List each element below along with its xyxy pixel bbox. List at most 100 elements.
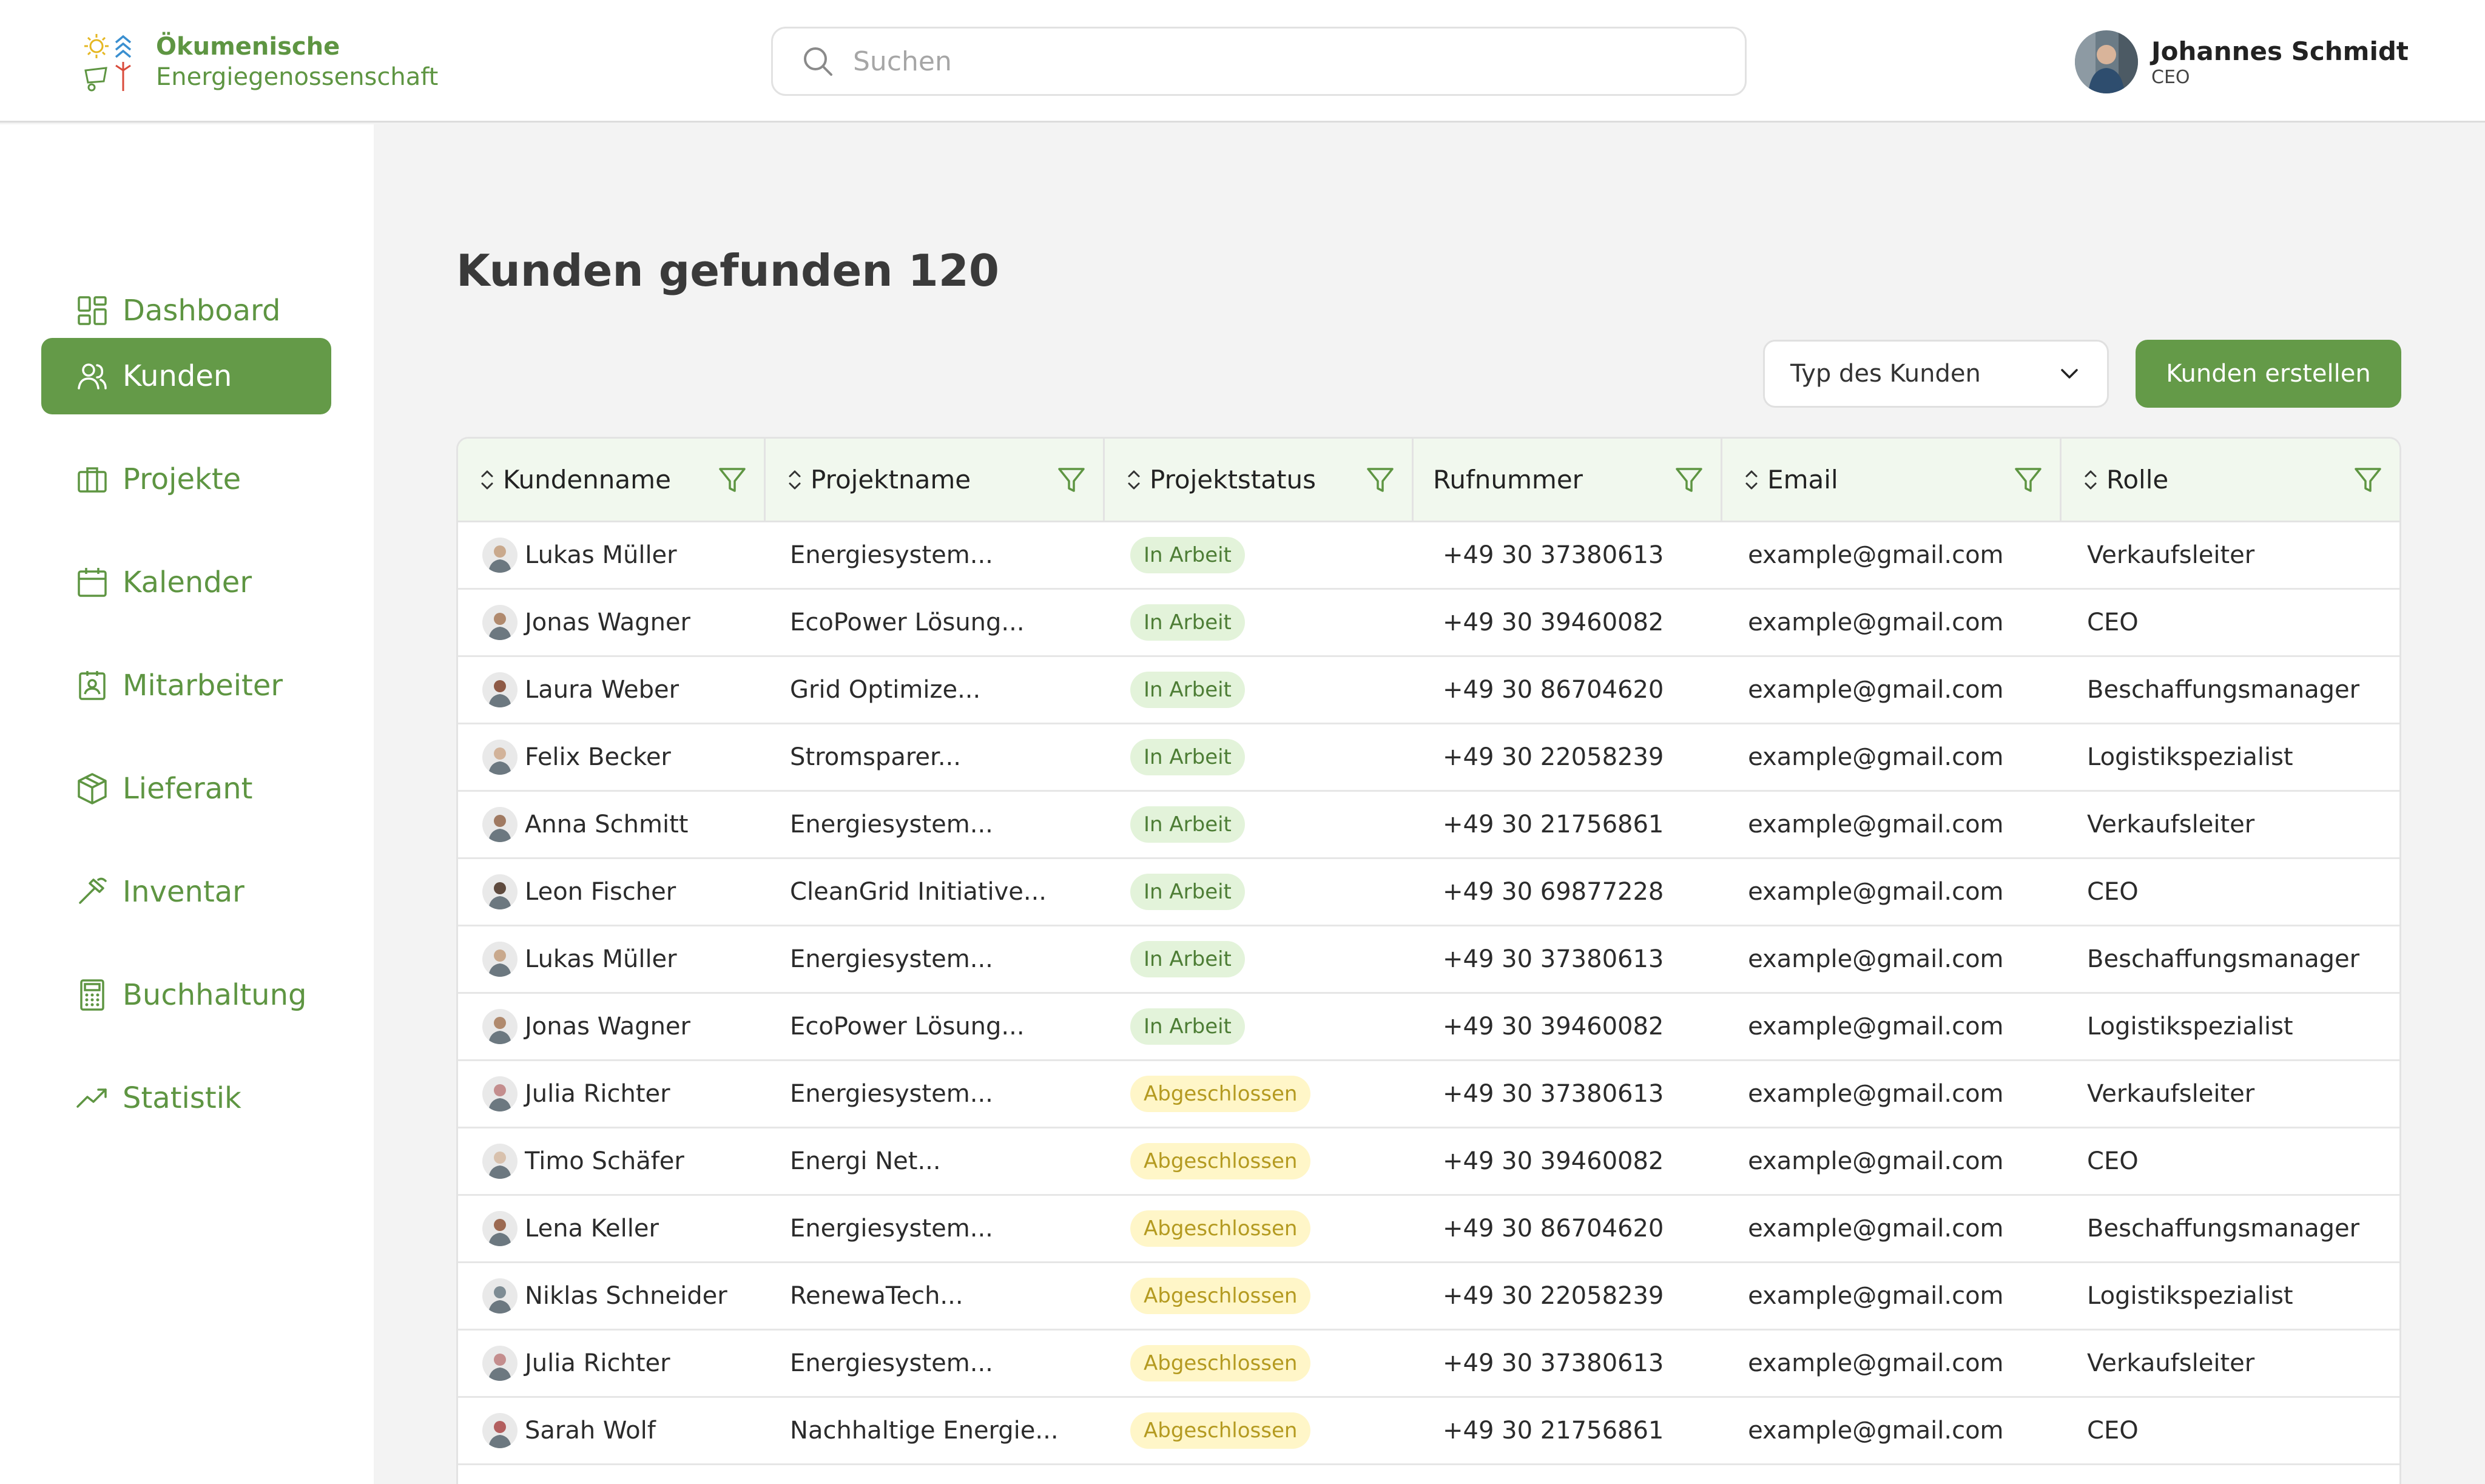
cell-project-status: Abgeschlossen (1105, 1331, 1414, 1396)
cell-project-name: Energi Net... (790, 1147, 941, 1175)
cell-role: Verkaufsleiter (2087, 1349, 2255, 1377)
cell-project-status: Abgeschlossen (1105, 1196, 1414, 1261)
table-row[interactable]: Jonas Wagner EcoPower Lösung... In Arbeit +… (458, 994, 2399, 1061)
filter-icon[interactable] (1364, 464, 1396, 496)
avatar[interactable] (2075, 30, 2138, 93)
calendar-icon (78, 568, 107, 597)
table-row[interactable]: Laura Weber Grid Optimize... In Arbeit +49 … (458, 657, 2399, 724)
table-row[interactable]: Anna Schmitt Energiesystem... In Arbeit +49… (458, 792, 2399, 859)
sidebar-item-kalender[interactable]: Kalender (41, 544, 331, 621)
customer-name: Felix Becker (525, 743, 671, 771)
filter-icon[interactable] (2012, 464, 2044, 496)
status-badge: In Arbeit (1130, 806, 1245, 843)
customer-name: Timo Schäfer (525, 1147, 684, 1175)
avatar (482, 1144, 518, 1179)
avatar (482, 1076, 518, 1111)
cell-phone: +49 30 21756861 (1443, 1417, 1664, 1445)
table-row[interactable]: Leon Fischer CleanGrid Initiative... In Ar… (458, 859, 2399, 926)
sidebar-item-statistik[interactable]: Statistik (41, 1060, 331, 1136)
column-header-email[interactable]: Email (1722, 439, 2062, 521)
employee-badge-icon (79, 671, 106, 700)
cell-project-name: Nachhaltige Energie... (790, 1417, 1059, 1445)
filter-icon[interactable] (1056, 464, 1087, 496)
table-row[interactable]: Lukas Müller Energiesystem... In Arbeit +49… (458, 522, 2399, 590)
cell-project-status: In Arbeit (1105, 792, 1414, 857)
cell-email: example@gmail.com (1748, 945, 2004, 973)
sort-icon[interactable] (785, 467, 804, 493)
column-header-rufnummer[interactable]: Rufnummer (1414, 439, 1723, 521)
sidebar-item-projekte[interactable]: Projekte (41, 441, 331, 518)
cell-email: example@gmail.com (1748, 1013, 2004, 1040)
hammer-icon (79, 877, 107, 904)
status-badge: Abgeschlossen (1130, 1143, 1311, 1179)
table-row[interactable]: Julia Richter Energiesystem... Abgeschloss… (458, 1061, 2399, 1128)
cell-project-name: Energiesystem... (790, 541, 993, 569)
column-header-rolle[interactable]: Rolle (2062, 439, 2399, 521)
cell-project-status: In Arbeit (1105, 590, 1414, 655)
cell-project-name: Energiesystem... (790, 811, 993, 838)
avatar (482, 1413, 518, 1448)
cell-role: Verkaufsleiter (2087, 1080, 2255, 1108)
avatar (482, 874, 518, 909)
cell-project-name: RenewaTech... (790, 1282, 963, 1310)
customer-type-dropdown[interactable]: Typ des Kunden (1763, 340, 2109, 408)
table-row[interactable]: Sarah Wolf Nachhaltige Energie... Abgeschl… (458, 1398, 2399, 1465)
column-header-projektstatus[interactable]: Projektstatus (1105, 439, 1414, 521)
filter-icon[interactable] (2352, 464, 2384, 496)
cell-role: Verkaufsleiter (2087, 811, 2255, 838)
status-badge: Abgeschlossen (1130, 1345, 1311, 1381)
column-label: Projektstatus (1150, 465, 1316, 494)
sidebar-item-mitarbeiter[interactable]: Mitarbeiter (41, 647, 331, 724)
customers-table: Kundenname Projektname Projektstatus Ruf… (456, 437, 2401, 1484)
cell-email: example@gmail.com (1748, 676, 2004, 704)
chevron-down-icon (2061, 369, 2078, 379)
sidebar-item-lieferant[interactable]: Lieferant (41, 750, 331, 827)
search-input[interactable] (853, 46, 1702, 77)
cell-customer-name: Sarah Wolf (458, 1398, 766, 1463)
column-header-kundenname[interactable]: Kundenname (458, 439, 766, 521)
sort-icon[interactable] (1742, 467, 1761, 493)
status-badge: Abgeschlossen (1130, 1210, 1311, 1247)
user-name: Johannes Schmidt (2151, 36, 2409, 66)
cell-role: Logistikspezialist (2087, 1013, 2293, 1040)
cell-project-status: Abgeschlossen (1105, 1128, 1414, 1194)
table-row[interactable]: Jonas Wagner EcoPower Lösung... In Arbeit +… (458, 590, 2399, 657)
table-row[interactable]: Felix Becker Stromsparer... In Arbeit +49 3… (458, 724, 2399, 792)
cell-project-status: In Arbeit (1105, 926, 1414, 992)
table-row[interactable]: Timo Schäfer Energi Net... Abgeschlossen +4… (458, 1128, 2399, 1196)
column-label: Projektname (811, 465, 971, 494)
cell-role: Logistikspezialist (2087, 743, 2293, 771)
cell-project-status: Abgeschlossen (1105, 1263, 1414, 1329)
search-icon (804, 47, 832, 76)
status-badge: Abgeschlossen (1130, 1278, 1311, 1314)
cell-email: example@gmail.com (1748, 743, 2004, 771)
filter-icon[interactable] (717, 464, 748, 496)
status-badge: In Arbeit (1130, 1008, 1245, 1045)
cell-email: example@gmail.com (1748, 1282, 2004, 1310)
sort-icon[interactable] (1124, 467, 1144, 493)
column-header-projektname[interactable]: Projektname (766, 439, 1105, 521)
brand-logo[interactable]: Ökumenische Energiegenossenschaft (82, 30, 438, 93)
sidebar-item-label: Mitarbeiter (123, 669, 283, 703)
cell-project-name: Grid Optimize... (790, 676, 981, 704)
user-profile[interactable]: Johannes Schmidt CEO (2075, 30, 2409, 93)
sort-icon[interactable] (477, 467, 497, 493)
avatar (482, 942, 518, 977)
table-row[interactable]: Lukas Müller Energiesystem... In Arbeit +49… (458, 926, 2399, 994)
sort-icon[interactable] (2081, 467, 2100, 493)
status-badge: Abgeschlossen (1130, 1076, 1311, 1112)
avatar (482, 672, 518, 707)
sidebar-item-buchhaltung[interactable]: Buchhaltung (41, 957, 331, 1033)
filter-icon[interactable] (1673, 464, 1705, 496)
sidebar-item-inventar[interactable]: Inventar (41, 854, 331, 930)
table-row[interactable]: Lena Keller Energiesystem... Abgeschlossen… (458, 1196, 2399, 1263)
table-row[interactable]: Niklas Schneider RenewaTech... Abgeschloss… (458, 1263, 2399, 1331)
sidebar-item-kunden[interactable]: Kunden (41, 338, 331, 414)
table-row[interactable]: Julia Richter Energiesystem... Abgeschloss… (458, 1331, 2399, 1398)
create-customer-button[interactable]: Kunden erstellen (2136, 340, 2401, 408)
avatar (482, 605, 518, 640)
search-bar[interactable] (771, 27, 1747, 96)
avatar (482, 1346, 518, 1381)
column-label: Email (1767, 465, 1838, 494)
customer-name: Niklas Schneider (525, 1282, 727, 1310)
